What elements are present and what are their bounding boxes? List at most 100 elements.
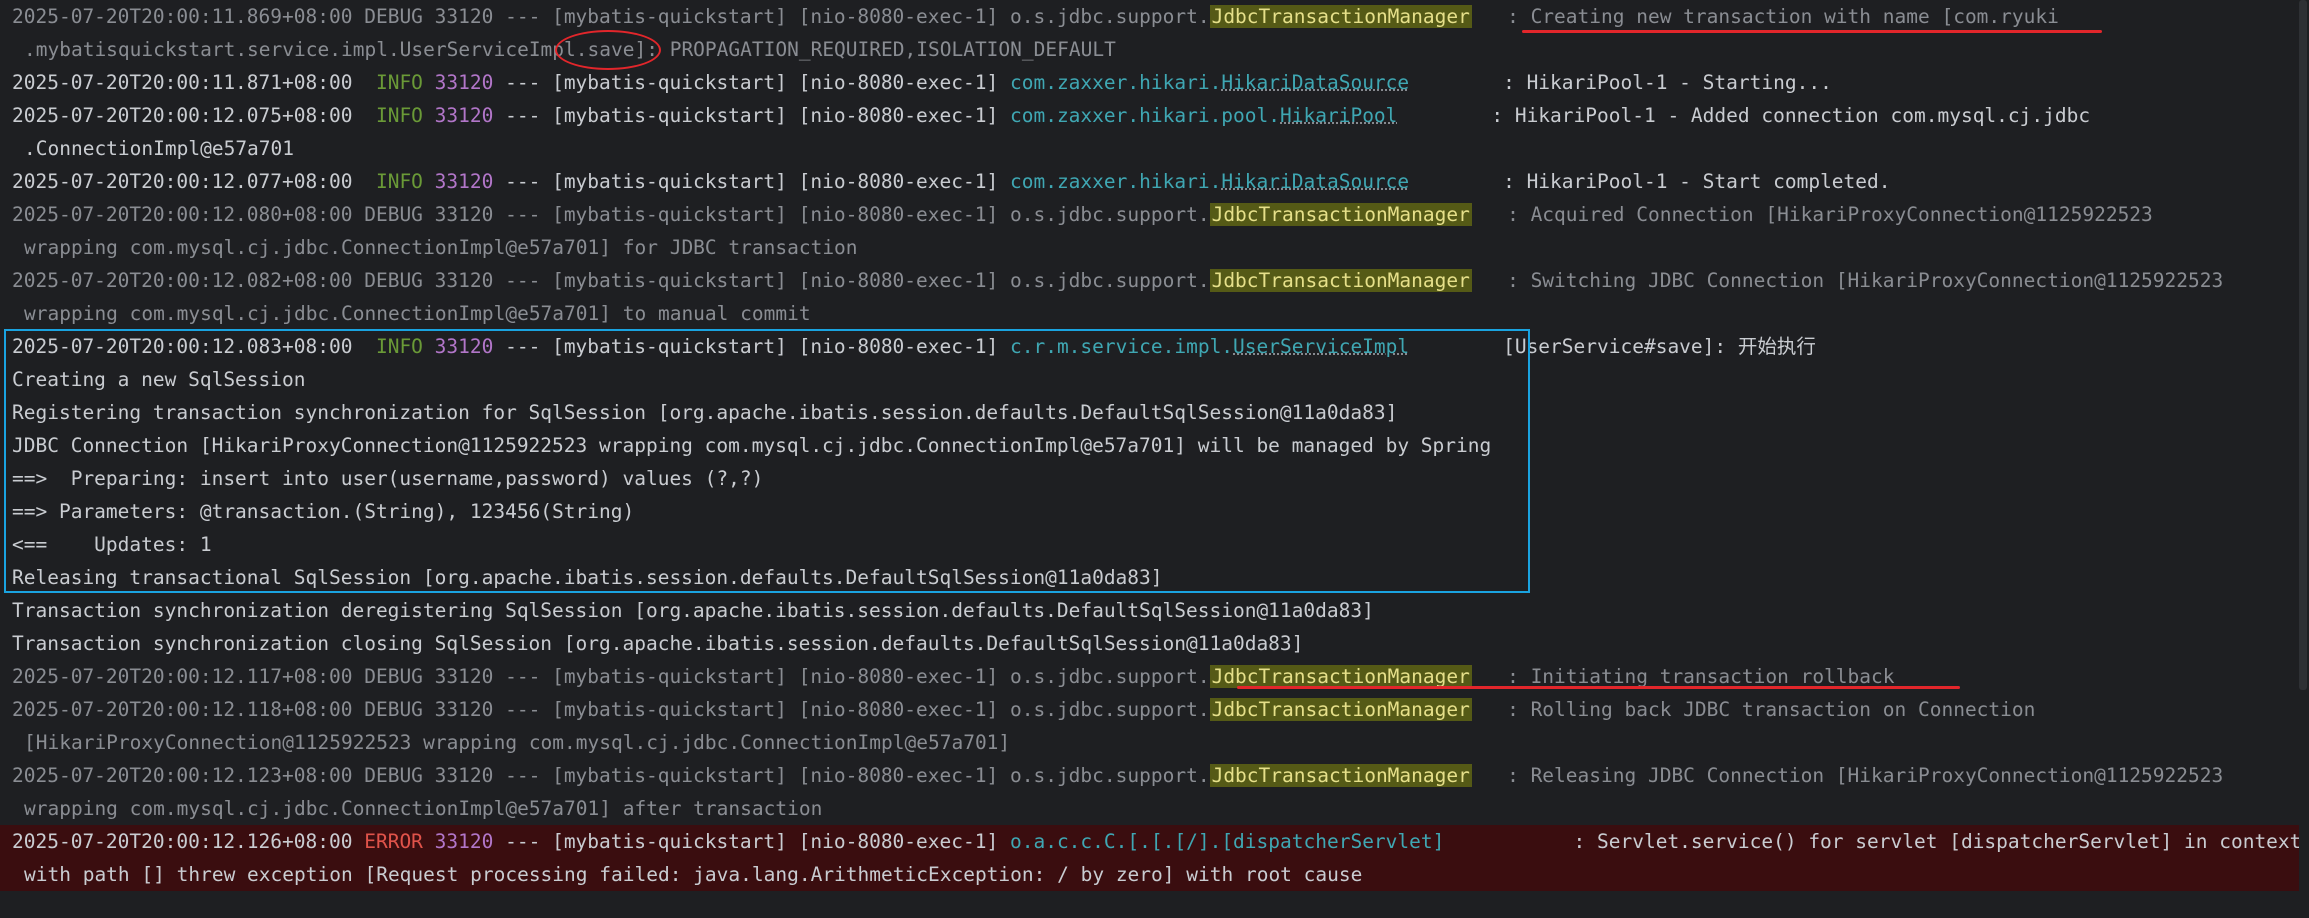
log-message: : HikariPool-1 - Added connection com.my… xyxy=(1479,104,2091,127)
log-level: DEBUG xyxy=(364,698,423,721)
log-separator: --- xyxy=(493,71,553,94)
log-level: ERROR xyxy=(364,830,423,853)
log-level: INFO xyxy=(364,104,423,127)
annotation-red-ellipse xyxy=(555,30,661,70)
log-separator: --- xyxy=(493,203,553,226)
log-thread: [nio-8080-exec-1] xyxy=(798,170,999,193)
log-timestamp: 2025-07-20T20:00:12.118+08:00 xyxy=(12,698,353,721)
log-plain-text: Transaction synchronization deregisterin… xyxy=(12,599,1374,622)
log-logger-prefix: o.s.jdbc.support. xyxy=(1009,5,1210,28)
log-level: DEBUG xyxy=(364,665,423,688)
log-logger-class[interactable]: HikariDataSource xyxy=(1221,71,1409,94)
log-message: : Releasing JDBC Connection [HikariProxy… xyxy=(1495,764,2224,787)
log-app-name: [mybatis-quickstart] xyxy=(552,203,787,226)
log-logger-class[interactable]: JdbcTransactionManager xyxy=(1209,764,1472,787)
log-pid: 33120 xyxy=(434,5,494,28)
log-line: Transaction synchronization deregisterin… xyxy=(12,594,2309,627)
log-logger-prefix: o.s.jdbc.support. xyxy=(1009,203,1210,226)
log-continuation: with path [] threw exception [Request pr… xyxy=(24,863,1363,886)
log-line: 2025-07-20T20:00:11.869+08:00 DEBUG 3312… xyxy=(12,0,2309,33)
log-separator: --- xyxy=(493,830,553,853)
log-app-name: [mybatis-quickstart] xyxy=(552,170,787,193)
log-app-name: [mybatis-quickstart] xyxy=(552,269,787,292)
log-message: : Switching JDBC Connection [HikariProxy… xyxy=(1495,269,2224,292)
log-app-name: [mybatis-quickstart] xyxy=(552,830,787,853)
log-separator: --- xyxy=(493,5,553,28)
log-message: [UserService#save]: 开始执行 xyxy=(1491,335,1816,358)
log-logger-prefix: o.s.jdbc.support. xyxy=(1009,269,1210,292)
scrollbar-thumb[interactable] xyxy=(2299,0,2307,690)
log-pid: 33120 xyxy=(434,764,494,787)
log-app-name: [mybatis-quickstart] xyxy=(552,665,787,688)
log-timestamp: 2025-07-20T20:00:12.082+08:00 xyxy=(12,269,353,292)
log-logger-class[interactable]: JdbcTransactionManager xyxy=(1209,5,1472,28)
log-separator: --- xyxy=(493,764,553,787)
log-thread: [nio-8080-exec-1] xyxy=(798,203,999,226)
log-message: : Creating new transaction with name [co… xyxy=(1495,5,2059,28)
log-logger-class[interactable]: JdbcTransactionManager xyxy=(1209,698,1472,721)
log-logger-prefix: com.zaxxer.hikari. xyxy=(1009,170,1222,193)
log-thread: [nio-8080-exec-1] xyxy=(798,5,999,28)
log-message: : Servlet.service() for servlet [dispatc… xyxy=(1526,830,2302,853)
log-pid: 33120 xyxy=(434,698,494,721)
log-timestamp: 2025-07-20T20:00:11.869+08:00 xyxy=(12,5,353,28)
log-app-name: [mybatis-quickstart] xyxy=(552,5,787,28)
log-timestamp: 2025-07-20T20:00:12.077+08:00 xyxy=(12,170,353,193)
log-app-name: [mybatis-quickstart] xyxy=(552,698,787,721)
log-pid: 33120 xyxy=(434,104,494,127)
log-timestamp: 2025-07-20T20:00:12.075+08:00 xyxy=(12,104,353,127)
log-app-name: [mybatis-quickstart] xyxy=(552,71,787,94)
log-thread: [nio-8080-exec-1] xyxy=(798,665,999,688)
log-line: wrapping com.mysql.cj.jdbc.ConnectionImp… xyxy=(12,231,2309,264)
log-separator: --- xyxy=(493,698,553,721)
log-line: 2025-07-20T20:00:12.118+08:00 DEBUG 3312… xyxy=(12,693,2309,726)
log-continuation: wrapping com.mysql.cj.jdbc.ConnectionImp… xyxy=(24,236,858,259)
log-line: 2025-07-20T20:00:12.123+08:00 DEBUG 3312… xyxy=(12,759,2309,792)
log-thread: [nio-8080-exec-1] xyxy=(798,104,999,127)
log-message: : HikariPool-1 - Starting... xyxy=(1491,71,1832,94)
log-separator: --- xyxy=(493,170,553,193)
log-continuation: .ConnectionImpl@e57a701 xyxy=(24,137,295,160)
log-pid: 33120 xyxy=(434,830,494,853)
log-pid: 33120 xyxy=(434,665,494,688)
log-thread: [nio-8080-exec-1] xyxy=(798,764,999,787)
log-pid: 33120 xyxy=(434,170,494,193)
log-line: 2025-07-20T20:00:12.126+08:00 ERROR 3312… xyxy=(12,825,2309,858)
log-continuation: [HikariProxyConnection@1125922523 wrappi… xyxy=(24,731,1011,754)
log-line: 2025-07-20T20:00:12.077+08:00 INFO 33120… xyxy=(12,165,2309,198)
annotation-red-underline-2 xyxy=(1237,686,1960,689)
log-line: 2025-07-20T20:00:11.871+08:00 INFO 33120… xyxy=(12,66,2309,99)
log-logger-prefix: com.zaxxer.hikari. xyxy=(1009,71,1222,94)
log-logger-class[interactable]: JdbcTransactionManager xyxy=(1209,665,1472,688)
log-separator: --- xyxy=(493,104,553,127)
log-logger-prefix: o.s.jdbc.support. xyxy=(1009,764,1210,787)
log-level: INFO xyxy=(364,170,423,193)
log-message: : Initiating transaction rollback xyxy=(1495,665,1895,688)
log-level: DEBUG xyxy=(364,269,423,292)
log-thread: [nio-8080-exec-1] xyxy=(798,698,999,721)
log-logger-class[interactable]: HikariDataSource xyxy=(1221,170,1409,193)
log-message: : Rolling back JDBC transaction on Conne… xyxy=(1495,698,2036,721)
log-thread: [nio-8080-exec-1] xyxy=(798,830,999,853)
log-continuation: wrapping com.mysql.cj.jdbc.ConnectionImp… xyxy=(24,302,811,325)
log-logger-class[interactable]: JdbcTransactionManager xyxy=(1209,269,1472,292)
log-timestamp: 2025-07-20T20:00:12.123+08:00 xyxy=(12,764,353,787)
log-thread: [nio-8080-exec-1] xyxy=(798,71,999,94)
annotation-red-underline-1 xyxy=(1522,30,2102,33)
log-app-name: [mybatis-quickstart] xyxy=(552,764,787,787)
log-logger-prefix: com.zaxxer.hikari.pool. xyxy=(1009,104,1281,127)
log-logger-class[interactable]: [dispatcherServlet] xyxy=(1221,830,1444,853)
log-line: 2025-07-20T20:00:12.117+08:00 DEBUG 3312… xyxy=(12,660,2309,693)
log-timestamp: 2025-07-20T20:00:11.871+08:00 xyxy=(12,71,353,94)
log-logger-class[interactable]: JdbcTransactionManager xyxy=(1209,203,1472,226)
log-level: DEBUG xyxy=(364,764,423,787)
vertical-scrollbar[interactable] xyxy=(2299,0,2309,918)
log-pid: 33120 xyxy=(434,71,494,94)
log-line: wrapping com.mysql.cj.jdbc.ConnectionImp… xyxy=(12,792,2309,825)
log-line: .mybatisquickstart.service.impl.UserServ… xyxy=(12,33,2309,66)
log-line: Transaction synchronization closing SqlS… xyxy=(12,627,2309,660)
log-line: .ConnectionImpl@e57a701 xyxy=(12,132,2309,165)
log-line: [HikariProxyConnection@1125922523 wrappi… xyxy=(12,726,2309,759)
log-level: INFO xyxy=(364,71,423,94)
log-logger-class[interactable]: HikariPool xyxy=(1280,104,1397,127)
